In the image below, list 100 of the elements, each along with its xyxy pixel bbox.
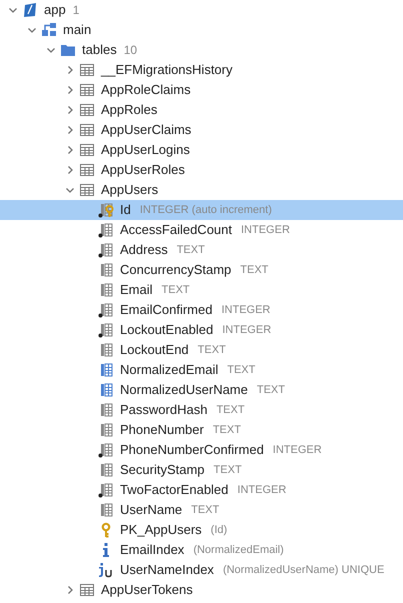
tree-item[interactable]: AppUserRoles — [0, 160, 403, 180]
column-icon — [98, 342, 114, 358]
item-name: AppUserClaims — [101, 121, 192, 140]
item-name: AppUserTokens — [101, 581, 193, 600]
item-name: Id — [120, 201, 131, 220]
tree-item[interactable]: EmailIndex (NormalizedEmail) — [0, 540, 403, 560]
item-detail: TEXT — [198, 342, 226, 358]
tree-item[interactable]: PasswordHash TEXT — [0, 400, 403, 420]
item-detail: INTEGER — [237, 482, 286, 498]
item-name: __EFMigrationsHistory — [101, 61, 232, 80]
column-icon — [98, 222, 114, 238]
tree-item[interactable]: EmailConfirmed INTEGER — [0, 300, 403, 320]
table-icon — [79, 162, 95, 178]
item-detail: TEXT — [212, 422, 241, 438]
tree-item[interactable]: SecurityStamp TEXT — [0, 460, 403, 480]
column-icon — [98, 242, 114, 258]
item-detail: TEXT — [216, 402, 245, 418]
table-icon — [79, 102, 95, 118]
tree-item[interactable]: NormalizedUserName TEXT — [0, 380, 403, 400]
tree-item[interactable]: AppRoles — [0, 100, 403, 120]
item-detail: (NormalizedEmail) — [193, 542, 284, 558]
item-name: AppRoleClaims — [101, 81, 191, 100]
chevron-down-icon[interactable] — [26, 25, 36, 35]
column-icon — [98, 322, 114, 338]
item-detail: INTEGER — [221, 302, 270, 318]
tree-item[interactable]: tables 10 — [0, 40, 403, 60]
item-detail: TEXT — [256, 382, 285, 398]
tree-item[interactable]: PhoneNumberConfirmed INTEGER — [0, 440, 403, 460]
indexed-column-icon — [98, 382, 114, 398]
tree-item[interactable]: __EFMigrationsHistory — [0, 60, 403, 80]
column-icon — [98, 442, 114, 458]
tree-item[interactable]: app 1 — [0, 0, 403, 20]
tree-item[interactable]: TwoFactorEnabled INTEGER — [0, 480, 403, 500]
tree-item[interactable]: UserName TEXT — [0, 500, 403, 520]
tree-item[interactable]: LockoutEnd TEXT — [0, 340, 403, 360]
item-name: ConcurrencyStamp — [120, 261, 232, 280]
schema-icon — [41, 22, 57, 38]
table-icon — [79, 62, 95, 78]
column-icon — [98, 422, 114, 438]
column-icon — [98, 402, 114, 418]
column-icon — [98, 302, 114, 318]
item-name: Address — [120, 241, 168, 260]
column-icon — [98, 262, 114, 278]
column-icon — [98, 482, 114, 498]
chevron-down-icon[interactable] — [8, 5, 18, 15]
tree-item[interactable]: ConcurrencyStamp TEXT — [0, 260, 403, 280]
chevron-down-icon[interactable] — [46, 45, 56, 55]
item-name: tables — [82, 41, 117, 60]
table-icon — [79, 582, 95, 598]
tree-item[interactable]: NormalizedEmail TEXT — [0, 360, 403, 380]
tree-item[interactable]: Address TEXT — [0, 240, 403, 260]
item-detail: (NormalizedUserName) UNIQUE — [222, 562, 384, 578]
item-count: 10 — [124, 42, 138, 59]
item-name: UserName — [120, 501, 182, 520]
item-detail: INTEGER — [222, 322, 272, 338]
item-name: AppRoles — [101, 101, 158, 120]
tree-item[interactable]: AppRoleClaims — [0, 80, 403, 100]
table-icon — [79, 142, 95, 158]
item-detail: TEXT — [162, 282, 190, 298]
tree-item[interactable]: Id INTEGER (auto increment) — [0, 200, 403, 220]
tree-item[interactable]: PhoneNumber TEXT — [0, 420, 403, 440]
tree-item[interactable]: PK_AppUsers (Id) — [0, 520, 403, 540]
tree-item[interactable]: LockoutEnabled INTEGER — [0, 320, 403, 340]
tree-item[interactable]: UserNameIndex (NormalizedUserName) UNIQUE — [0, 560, 403, 580]
item-name: UserNameIndex — [120, 561, 214, 580]
item-detail: TEXT — [214, 462, 242, 478]
item-name: AccessFailedCount — [120, 221, 232, 240]
tree-item[interactable]: AppUserTokens — [0, 580, 403, 600]
item-detail: TEXT — [176, 242, 205, 258]
item-detail: INTEGER (auto increment) — [140, 202, 272, 218]
tree-item[interactable]: AppUsers — [0, 180, 403, 200]
item-name: SecurityStamp — [120, 461, 205, 480]
tree-item[interactable]: AccessFailedCount INTEGER — [0, 220, 403, 240]
item-detail: TEXT — [227, 362, 256, 378]
item-name: Email — [120, 281, 153, 300]
item-name: NormalizedUserName — [120, 381, 248, 400]
item-name: LockoutEnd — [120, 341, 189, 360]
item-name: AppUserLogins — [101, 141, 190, 160]
table-icon — [79, 82, 95, 98]
item-name: LockoutEnabled — [120, 321, 214, 340]
item-detail: INTEGER — [241, 222, 290, 238]
item-detail: TEXT — [191, 502, 220, 518]
item-name: AppUsers — [101, 181, 158, 200]
column-icon — [98, 462, 114, 478]
tree-item[interactable]: Email TEXT — [0, 280, 403, 300]
item-name: app — [44, 1, 66, 20]
tree-item[interactable]: AppUserLogins — [0, 140, 403, 160]
chevron-down-icon[interactable] — [64, 185, 74, 195]
item-count: 1 — [72, 2, 80, 19]
tree-item[interactable]: main — [0, 20, 403, 40]
table-icon — [79, 122, 95, 138]
column-icon — [98, 502, 114, 518]
key-column-icon — [98, 202, 114, 218]
indexed-column-icon — [98, 362, 114, 378]
unique-index-icon — [98, 562, 114, 578]
item-detail: INTEGER — [272, 442, 322, 458]
tree-item[interactable]: AppUserClaims — [0, 120, 403, 140]
table-icon — [79, 182, 95, 198]
item-name: EmailConfirmed — [120, 301, 212, 320]
item-name: TwoFactorEnabled — [120, 481, 228, 500]
